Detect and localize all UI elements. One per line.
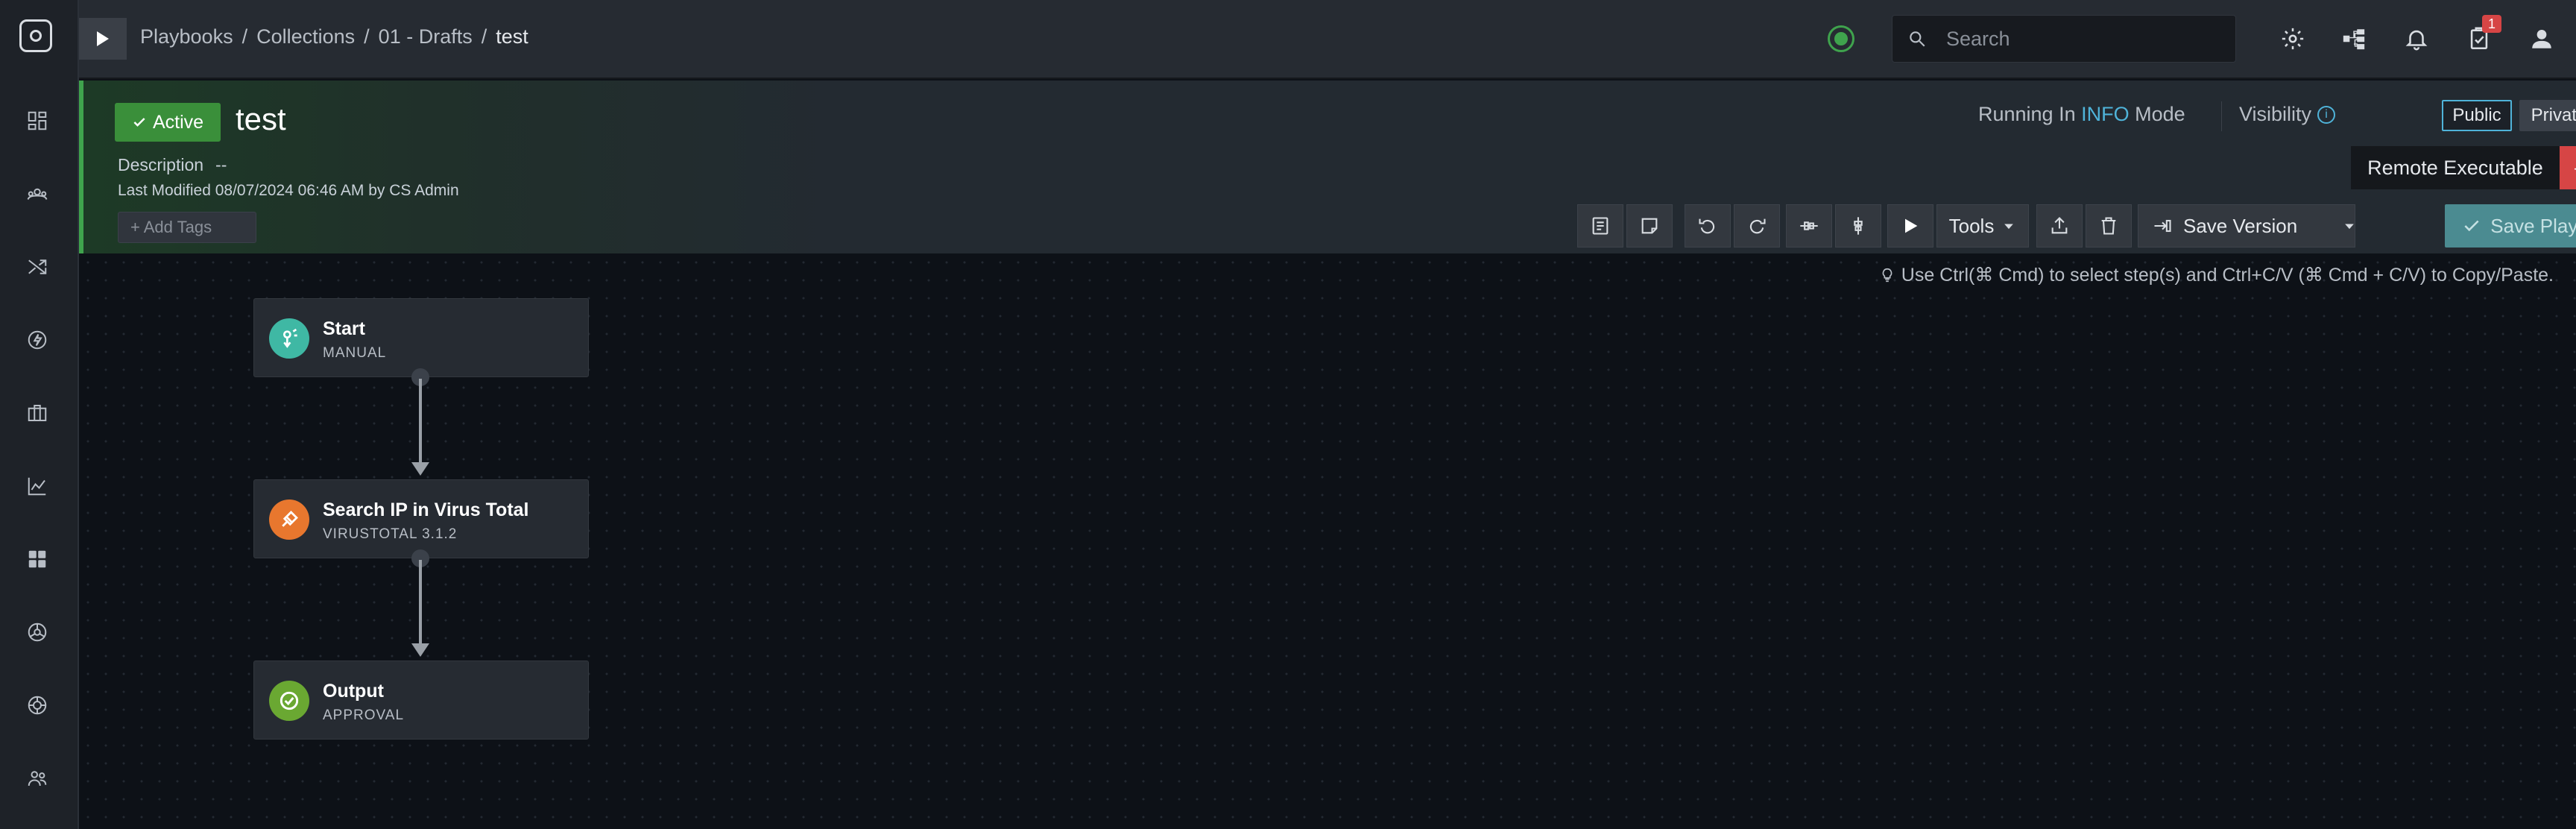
undo-icon [1699, 218, 1715, 234]
breadcrumb-collections[interactable]: Collections [256, 25, 355, 48]
global-search [1892, 15, 2236, 63]
step-connector [419, 379, 422, 467]
step-connector [419, 560, 422, 648]
step-type: MANUAL [323, 345, 387, 361]
info-icon[interactable]: i [2317, 105, 2336, 124]
notes-button[interactable] [1577, 204, 1623, 248]
left-nav-rail [0, 0, 79, 829]
step-name: Search IP in Virus Total [323, 499, 529, 520]
connection-status-icon[interactable] [1828, 25, 1854, 52]
visibility-label: Visibility i [2239, 103, 2336, 126]
mode-value[interactable]: INFO [2081, 103, 2130, 125]
redo-icon [1749, 218, 1766, 234]
breadcrumb: Playbooks / Collections / 01 - Drafts / … [140, 25, 528, 48]
play-caret-icon [97, 31, 109, 46]
remote-executable-toggle[interactable]: — No [2560, 146, 2576, 189]
tools-label: Tools [1948, 214, 1995, 237]
step-output[interactable]: Output APPROVAL [253, 661, 589, 740]
align-vertical-icon [1854, 217, 1863, 235]
add-tags-input[interactable]: + Add Tags [118, 212, 256, 243]
step-search-ip[interactable]: Search IP in Virus Total VIRUSTOTAL 3.1.… [253, 479, 589, 558]
dashboard-icon[interactable] [22, 106, 52, 136]
bell-icon[interactable] [2400, 22, 2433, 55]
connector-arrow [411, 462, 429, 476]
tools-dropdown[interactable]: Tools [1936, 204, 2029, 248]
visibility-private-button[interactable]: Private [2519, 100, 2576, 131]
start-step-icon [269, 318, 309, 359]
users-icon[interactable] [22, 763, 52, 793]
sticky-note-icon [1641, 218, 1658, 234]
playbook-canvas[interactable]: Use Ctrl(⌘ Cmd) to select step(s) and Ct… [79, 253, 2576, 829]
top-bar: Playbooks / Collections / 01 - Drafts / … [79, 0, 2576, 79]
notes-icon [1592, 217, 1609, 235]
description-label: Description [118, 155, 204, 174]
step-type: VIRUSTOTAL 3.1.2 [323, 526, 458, 542]
settings-wheel-icon[interactable] [22, 690, 52, 720]
save-version-button[interactable]: Save Version [2138, 204, 2355, 248]
search-icon [1910, 31, 1925, 47]
export-button[interactable] [2036, 204, 2083, 248]
description-value[interactable]: -- [215, 155, 227, 174]
remote-executable-label: Remote Executable [2351, 146, 2560, 189]
run-button[interactable] [1887, 204, 1933, 248]
step-name: Output [323, 681, 384, 702]
chevron-down-icon [2345, 224, 2354, 230]
trash-icon [2101, 217, 2116, 235]
lightbulb-icon [1882, 268, 1892, 283]
user-profile-icon[interactable] [2525, 22, 2558, 55]
play-icon [1905, 218, 1918, 233]
version-icon [2154, 219, 2171, 233]
playbook-header: Active test Description -- Last Modified … [79, 81, 2576, 253]
playbook-title[interactable]: test [236, 101, 286, 137]
description-row: Description -- [118, 155, 227, 175]
connector-step-icon [269, 499, 309, 540]
active-status-label: Active [152, 111, 204, 133]
tasks-icon[interactable]: 1 [2463, 15, 2501, 55]
search-input[interactable] [1945, 26, 2213, 51]
divider [2221, 101, 2222, 131]
tasks-count-badge: 1 [2482, 15, 2501, 33]
approval-step-icon [269, 681, 309, 721]
save-playbook-label: Save Playbook [2490, 214, 2576, 237]
align-vertical-button[interactable] [1835, 204, 1881, 248]
check-icon [2464, 220, 2479, 232]
running-mode-text: Running In INFO Mode [1978, 103, 2185, 125]
breadcrumb-current: test [496, 25, 528, 48]
chevron-down-icon [2004, 224, 2014, 230]
shuffle-icon[interactable] [22, 252, 52, 282]
lightning-icon[interactable] [22, 325, 52, 355]
app-logo-icon[interactable] [19, 19, 52, 52]
step-name: Start [323, 318, 365, 339]
step-start[interactable]: Start MANUAL [253, 298, 589, 377]
delete-button[interactable] [2086, 204, 2132, 248]
apps-icon[interactable] [22, 544, 52, 574]
briefcase-icon[interactable] [22, 398, 52, 428]
save-version-label: Save Version [2183, 214, 2298, 237]
last-modified-text: Last Modified 08/07/2024 06:46 AM by CS … [118, 182, 459, 199]
chart-icon[interactable] [22, 471, 52, 501]
active-status-badge[interactable]: Active [115, 103, 221, 142]
hint-text: Use Ctrl(⌘ Cmd) to select step(s) and Ct… [1901, 265, 2554, 286]
hierarchy-icon[interactable] [2337, 22, 2370, 55]
undo-button[interactable] [1685, 204, 1731, 248]
export-icon [2051, 217, 2068, 234]
align-horizontal-button[interactable] [1786, 204, 1832, 248]
save-playbook-button[interactable]: Save Playbook [2445, 204, 2576, 248]
incidents-icon[interactable] [22, 179, 52, 209]
align-horizontal-icon [1800, 221, 1818, 230]
save-version-dropdown[interactable] [2332, 204, 2367, 248]
gear-icon[interactable] [2276, 22, 2309, 55]
check-icon [133, 118, 145, 127]
redo-button[interactable] [1734, 204, 1780, 248]
step-type: APPROVAL [323, 707, 405, 723]
connector-arrow [411, 643, 429, 657]
breadcrumb-playbooks[interactable]: Playbooks [140, 25, 233, 48]
breadcrumb-drafts[interactable]: 01 - Drafts [379, 25, 473, 48]
sticky-note-button[interactable] [1626, 204, 1673, 248]
expand-nav-button[interactable] [79, 18, 127, 60]
automation-icon[interactable] [22, 617, 52, 647]
copy-paste-hint: Use Ctrl(⌘ Cmd) to select step(s) and Ct… [1879, 264, 2554, 286]
visibility-public-button[interactable]: Public [2442, 100, 2512, 131]
